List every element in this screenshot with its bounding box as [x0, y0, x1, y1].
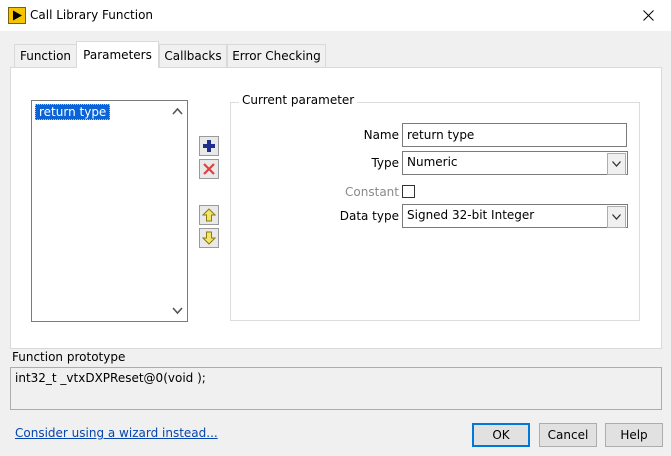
tab-function[interactable]: Function — [14, 44, 77, 67]
data-type-select-value: Signed 32-bit Integer — [407, 208, 535, 222]
add-parameter-button[interactable] — [199, 136, 219, 156]
type-select-value: Numeric — [407, 155, 458, 169]
type-label: Type — [371, 156, 399, 170]
constant-label: Constant — [345, 185, 399, 199]
move-up-button[interactable] — [199, 205, 219, 225]
data-type-label: Data type — [339, 209, 399, 223]
arrow-down-icon — [202, 231, 216, 245]
scroll-up-icon[interactable] — [172, 107, 183, 115]
data-type-select[interactable]: Signed 32-bit Integer — [402, 204, 628, 228]
name-label: Name — [363, 128, 399, 142]
list-item[interactable]: return type — [35, 104, 111, 120]
tab-callbacks[interactable]: Callbacks — [159, 44, 227, 67]
move-down-button[interactable] — [199, 228, 219, 248]
scroll-down-icon[interactable] — [172, 307, 183, 315]
constant-checkbox[interactable] — [402, 185, 415, 198]
delete-parameter-button[interactable] — [199, 159, 219, 179]
cancel-button[interactable]: Cancel — [539, 423, 597, 447]
chevron-down-icon[interactable] — [607, 206, 626, 228]
close-button[interactable] — [625, 0, 671, 31]
function-prototype-text: int32_t _vtxDXPReset@0(void ); — [15, 371, 206, 385]
arrow-up-icon — [202, 208, 216, 222]
labview-icon — [8, 7, 26, 24]
window-title: Call Library Function — [30, 8, 154, 22]
plus-icon — [203, 140, 215, 152]
type-select[interactable]: Numeric — [402, 151, 628, 175]
parameter-list[interactable] — [31, 100, 188, 322]
name-field[interactable]: return type — [402, 123, 627, 147]
current-parameter-legend: Current parameter — [239, 93, 358, 107]
tab-error-checking[interactable]: Error Checking — [227, 44, 326, 67]
tab-parameters[interactable]: Parameters — [76, 41, 159, 68]
wizard-link[interactable]: Consider using a wizard instead... — [15, 426, 218, 440]
function-prototype-label: Function prototype — [12, 350, 126, 364]
help-button[interactable]: Help — [605, 423, 663, 447]
delete-x-icon — [203, 163, 215, 175]
chevron-down-icon[interactable] — [607, 153, 626, 175]
list-scrollbar[interactable] — [168, 101, 187, 321]
close-icon — [642, 10, 654, 21]
ok-button[interactable]: OK — [472, 423, 530, 447]
